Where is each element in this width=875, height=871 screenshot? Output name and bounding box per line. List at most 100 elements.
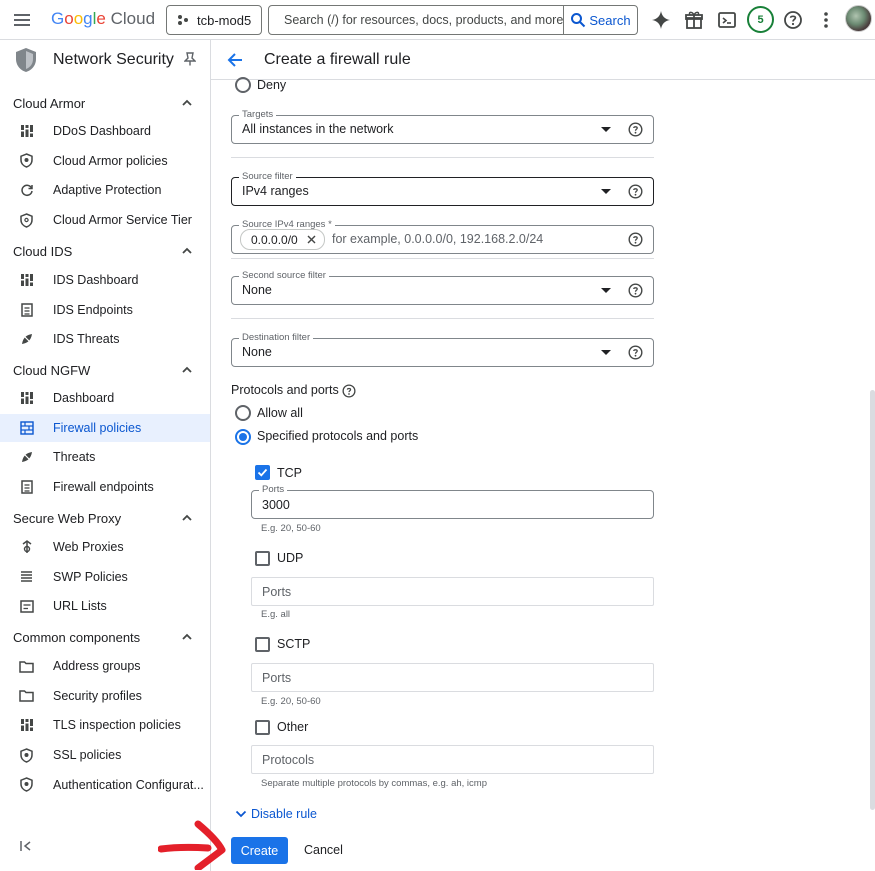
tcp-ports-value: 3000 bbox=[262, 498, 290, 512]
other-label: Other bbox=[277, 720, 309, 734]
sidebar-section-cloud-armor[interactable]: Cloud Armor bbox=[13, 96, 85, 111]
udp-checkbox[interactable] bbox=[255, 551, 270, 566]
tcp-checkbox[interactable] bbox=[255, 465, 270, 480]
ip-range-chip[interactable]: 0.0.0.0/0 bbox=[240, 229, 325, 250]
sidebar-item-authentication-configurat[interactable]: Authentication Configurat... bbox=[0, 771, 210, 799]
help-icon[interactable] bbox=[628, 345, 643, 360]
more-options-icon[interactable] bbox=[815, 9, 837, 31]
pin-icon[interactable] bbox=[184, 52, 196, 66]
sidebar-section-cloud-ngfw[interactable]: Cloud NGFW bbox=[13, 363, 90, 378]
collapse-sidebar-button[interactable] bbox=[20, 840, 32, 852]
sidebar-item-firewall-policies[interactable]: Firewall policies bbox=[0, 413, 210, 442]
sidebar-section-common-components[interactable]: Common components bbox=[13, 630, 140, 645]
sidebar-item-ddos-dashboard[interactable]: DDoS Dashboard bbox=[0, 117, 210, 145]
other-protocols-input[interactable]: Protocols bbox=[251, 745, 654, 774]
second-source-filter-select[interactable]: Second source filter None bbox=[231, 271, 654, 305]
sctp-checkbox[interactable] bbox=[255, 637, 270, 652]
sidebar-item-threats[interactable]: Threats bbox=[0, 443, 210, 471]
disable-rule-toggle[interactable]: Disable rule bbox=[235, 807, 317, 821]
tcp-ports-input[interactable]: Ports 3000 bbox=[251, 485, 654, 519]
allow-all-radio[interactable] bbox=[235, 405, 251, 421]
scrollbar[interactable] bbox=[870, 390, 875, 810]
chevron-down-icon bbox=[235, 810, 247, 818]
protocols-heading: Protocols and ports bbox=[231, 383, 339, 397]
destination-filter-select[interactable]: Destination filter None bbox=[231, 333, 654, 367]
source-filter-value: IPv4 ranges bbox=[242, 184, 309, 198]
sidebar-item-firewall-endpoints[interactable]: Firewall endpoints bbox=[0, 473, 210, 501]
deny-label: Deny bbox=[257, 78, 287, 92]
sidebar-item-url-lists[interactable]: URL Lists bbox=[0, 592, 210, 620]
back-arrow-icon[interactable] bbox=[227, 52, 243, 68]
sidebar-item-label: IDS Dashboard bbox=[53, 273, 139, 287]
sidebar-item-label: Firewall endpoints bbox=[53, 480, 154, 495]
checkmark-icon bbox=[257, 468, 268, 477]
sidebar-item-address-groups[interactable]: Address groups bbox=[0, 652, 210, 680]
sctp-label: SCTP bbox=[277, 637, 311, 651]
sidebar-item-ids-endpoints[interactable]: IDS Endpoints bbox=[0, 296, 210, 324]
chevron-up-icon[interactable] bbox=[180, 244, 194, 258]
sidebar-item-web-proxies[interactable]: Web Proxies bbox=[0, 533, 210, 561]
menu-icon[interactable] bbox=[12, 10, 34, 30]
targets-select[interactable]: Targets All instances in the network bbox=[231, 110, 654, 144]
google-cloud-logo[interactable]: Google Cloud bbox=[51, 9, 155, 29]
other-checkbox[interactable] bbox=[255, 720, 270, 735]
remove-chip-icon[interactable] bbox=[305, 233, 318, 246]
tcp-ports-label: Ports bbox=[259, 485, 288, 495]
sidebar-item-ids-dashboard[interactable]: IDS Dashboard bbox=[0, 266, 210, 294]
source-ranges-input[interactable]: for example, 0.0.0.0/0, 192.168.2.0/24 bbox=[332, 232, 543, 246]
project-icon bbox=[178, 15, 188, 25]
tcp-hint: E.g. 20, 50-60 bbox=[261, 523, 321, 534]
sidebar-section-cloud-ids[interactable]: Cloud IDS bbox=[13, 244, 72, 259]
sidebar-item-label: TLS inspection policies bbox=[53, 718, 181, 733]
cancel-button[interactable]: Cancel bbox=[304, 843, 343, 857]
sidebar-item-cloud-armor-service-tier[interactable]: Cloud Armor Service Tier bbox=[0, 206, 210, 234]
specified-protocols-label: Specified protocols and ports bbox=[257, 429, 419, 443]
search-button[interactable]: Search bbox=[563, 6, 637, 34]
sidebar-item-label: Dashboard bbox=[53, 391, 115, 405]
sidebar-item-tls-inspection-policies[interactable]: TLS inspection policies bbox=[0, 711, 210, 739]
project-picker[interactable]: tcb-mod5 bbox=[166, 5, 262, 35]
gemini-icon[interactable] bbox=[650, 9, 672, 31]
sidebar-item-dashboard[interactable]: Dashboard bbox=[0, 384, 210, 412]
chevron-up-icon[interactable] bbox=[180, 363, 194, 377]
sidebar-item-label: IDS Threats bbox=[53, 332, 120, 347]
gift-icon[interactable] bbox=[683, 9, 705, 31]
notifications-badge[interactable]: 5 bbox=[747, 6, 774, 33]
dashboard-icon bbox=[19, 273, 34, 288]
chevron-up-icon[interactable] bbox=[180, 96, 194, 110]
sidebar-item-swp-policies[interactable]: SWP Policies bbox=[0, 563, 210, 591]
sidebar-item-label: Cloud Armor Service Tier bbox=[53, 213, 192, 228]
sidebar-item-cloud-armor-policies[interactable]: Cloud Armor policies bbox=[0, 147, 210, 175]
create-button[interactable]: Create bbox=[231, 837, 288, 864]
help-icon[interactable] bbox=[628, 122, 643, 137]
sidebar-item-label: DDoS Dashboard bbox=[53, 124, 151, 138]
help-icon[interactable] bbox=[782, 9, 804, 31]
sidebar-section-secure-web-proxy[interactable]: Secure Web Proxy bbox=[13, 511, 121, 526]
divider bbox=[231, 157, 654, 158]
chevron-up-icon[interactable] bbox=[180, 511, 194, 525]
help-icon[interactable] bbox=[628, 232, 643, 247]
sidebar-item-security-profiles[interactable]: Security profiles bbox=[0, 682, 210, 710]
specified-protocols-radio[interactable] bbox=[235, 429, 251, 445]
collapse-icon bbox=[20, 841, 31, 851]
sidebar-item-label: Firewall policies bbox=[53, 420, 142, 435]
source-filter-select[interactable]: Source filter IPv4 ranges bbox=[231, 172, 654, 206]
sctp-ports-input[interactable]: Ports bbox=[251, 663, 654, 692]
search-input[interactable]: Search (/) for resources, docs, products… bbox=[269, 13, 563, 27]
source-ipv4-ranges-field[interactable]: Source IPv4 ranges * 0.0.0.0/0 for examp… bbox=[231, 220, 654, 254]
sidebar-item-label: URL Lists bbox=[53, 599, 107, 614]
chevron-up-icon[interactable] bbox=[180, 630, 194, 644]
deny-radio[interactable] bbox=[235, 77, 251, 93]
help-icon[interactable] bbox=[628, 283, 643, 298]
sidebar-item-adaptive-protection[interactable]: Adaptive Protection bbox=[0, 176, 210, 204]
sidebar-item-ids-threats[interactable]: IDS Threats bbox=[0, 325, 210, 353]
top-bar: Google Cloud tcb-mod5 Search (/) for res… bbox=[0, 0, 875, 40]
help-icon[interactable] bbox=[628, 184, 643, 199]
cloud-shell-icon[interactable] bbox=[716, 9, 738, 31]
search-bar[interactable]: Search (/) for resources, docs, products… bbox=[268, 5, 638, 35]
help-icon[interactable] bbox=[342, 384, 356, 398]
avatar[interactable] bbox=[845, 5, 872, 32]
sidebar-item-label: Adaptive Protection bbox=[53, 183, 162, 198]
udp-ports-input[interactable]: Ports bbox=[251, 577, 654, 606]
sidebar-item-ssl-policies[interactable]: SSL policies bbox=[0, 741, 210, 769]
